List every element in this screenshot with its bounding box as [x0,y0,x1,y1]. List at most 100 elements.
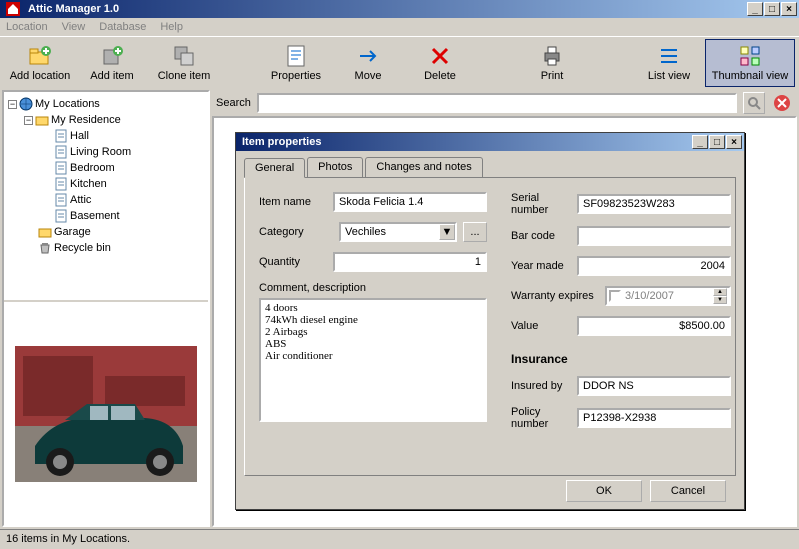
collapse-icon[interactable]: − [8,100,17,109]
globe-icon [19,97,33,111]
page-icon [54,161,68,175]
tab-general[interactable]: General [244,158,305,178]
insured-input[interactable] [577,376,731,396]
list-view-button[interactable]: List view [633,39,705,87]
warranty-date-field[interactable]: 3/10/2007 ▲▼ [605,286,731,306]
policy-input[interactable] [577,408,731,428]
left-panel: − My Locations − My Residence HallLiving… [2,90,210,527]
comment-textarea[interactable] [259,298,487,422]
item-name-input[interactable] [333,192,487,212]
dialog-tabs: General Photos Changes and notes [244,157,736,178]
status-bar: 16 items in My Locations. [0,529,799,547]
delete-button[interactable]: Delete [404,39,476,87]
tree-residence[interactable]: − My Residence [8,112,204,128]
item-photo [15,346,197,482]
category-combo[interactable]: Vechiles ▼ [339,222,457,242]
thumbnail-view-icon [738,44,762,68]
value-input[interactable] [577,316,731,336]
date-spinner[interactable]: ▲▼ [713,288,727,304]
trash-icon [38,241,52,255]
toolbar: Add location Add item Clone item Propert… [0,36,799,88]
comment-label: Comment, description [259,282,487,294]
warranty-checkbox[interactable] [609,290,621,302]
status-text: 16 items in My Locations. [6,533,130,545]
clone-item-button[interactable]: Clone item [148,39,220,87]
tree-recycle[interactable]: Recycle bin [8,240,204,256]
window-title: Attic Manager 1.0 [24,3,747,15]
dialog-title: Item properties [238,136,692,148]
search-icon [747,96,761,110]
tab-changes[interactable]: Changes and notes [365,157,482,177]
close-circle-icon [773,94,791,112]
page-icon [54,129,68,143]
cancel-button[interactable]: Cancel [650,480,726,502]
app-icon [6,2,20,16]
tab-content-general: Item name Category Vechiles ▼ ... Quanti… [244,178,736,476]
main-titlebar: Attic Manager 1.0 _ □ × [0,0,799,18]
menu-view[interactable]: View [62,21,86,33]
year-input[interactable] [577,256,731,276]
search-input[interactable] [257,93,737,113]
warranty-label: Warranty expires [511,290,599,302]
tree-root[interactable]: − My Locations [8,96,204,112]
tree-room[interactable]: Bedroom [8,160,204,176]
serial-input[interactable] [577,194,731,214]
tree-room[interactable]: Basement [8,208,204,224]
tree-room[interactable]: Kitchen [8,176,204,192]
properties-icon [284,44,308,68]
category-browse-button[interactable]: ... [463,222,487,242]
add-item-button[interactable]: Add item [76,39,148,87]
folder-icon [35,113,49,127]
properties-button[interactable]: Properties [260,39,332,87]
value-label: Value [511,320,571,332]
location-tree[interactable]: − My Locations − My Residence HallLiving… [4,92,208,302]
menu-help[interactable]: Help [160,21,183,33]
menubar: Location View Database Help [0,18,799,36]
tree-garage[interactable]: Garage [8,224,204,240]
collapse-icon[interactable]: − [24,116,33,125]
thumbnail-view-button[interactable]: Thumbnail view [705,39,795,87]
page-icon [54,145,68,159]
clone-icon [172,44,196,68]
item-plus-icon [100,44,124,68]
minimize-button[interactable]: _ [747,2,763,16]
tree-room[interactable]: Living Room [8,144,204,160]
year-label: Year made [511,260,571,272]
dialog-minimize-button[interactable]: _ [692,135,708,149]
close-button[interactable]: × [781,2,797,16]
dialog-close-button[interactable]: × [726,135,742,149]
search-button[interactable] [743,92,765,114]
print-button[interactable]: Print [516,39,588,87]
chevron-down-icon[interactable]: ▼ [439,224,455,240]
menu-database[interactable]: Database [99,21,146,33]
barcode-input[interactable] [577,226,731,246]
insured-label: Insured by [511,380,571,392]
preview-panel [4,302,208,525]
move-button[interactable]: Move [332,39,404,87]
menu-location[interactable]: Location [6,21,48,33]
dialog-titlebar[interactable]: Item properties _ □ × [236,133,744,151]
dialog-maximize-button[interactable]: □ [709,135,725,149]
search-label: Search [216,97,251,109]
serial-label: Serial number [511,192,571,216]
item-name-label: Item name [259,196,327,208]
tree-room[interactable]: Attic [8,192,204,208]
policy-label: Policy number [511,406,571,430]
print-icon [540,44,564,68]
maximize-button[interactable]: □ [764,2,780,16]
quantity-input[interactable] [333,252,487,272]
page-icon [54,177,68,191]
search-bar: Search [212,90,797,116]
add-location-button[interactable]: Add location [4,39,76,87]
quantity-label: Quantity [259,256,327,268]
folder-icon [38,225,52,239]
page-icon [54,209,68,223]
category-label: Category [259,226,333,238]
ok-button[interactable]: OK [566,480,642,502]
tab-photos[interactable]: Photos [307,157,363,177]
clear-search-button[interactable] [771,92,793,114]
item-properties-dialog: Item properties _ □ × General Photos Cha… [235,132,745,510]
list-view-icon [657,44,681,68]
move-icon [356,44,380,68]
tree-room[interactable]: Hall [8,128,204,144]
